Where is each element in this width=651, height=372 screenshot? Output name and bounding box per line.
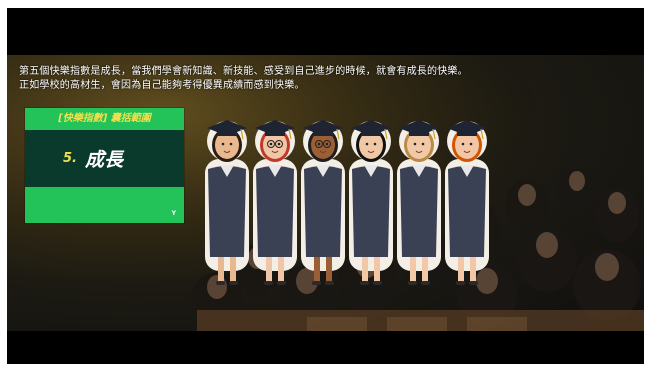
graduates-illustration bbox=[205, 120, 489, 285]
card-number: 5. bbox=[63, 151, 77, 166]
card-title: 成長 bbox=[84, 149, 123, 171]
card-main-panel: 5. 成長 bbox=[25, 130, 184, 187]
graduate-figure-3 bbox=[301, 120, 345, 285]
lecture-hall-background: 第五個快樂指數是成長，當我們學會新知識、新技能、感受到自己進步的時候，就會有成長… bbox=[7, 55, 644, 331]
caption-line-1: 第五個快樂指數是成長，當我們學會新知識、新技能、感受到自己進步的時候，就會有成長… bbox=[19, 66, 468, 77]
card-header: [快樂指數] 囊括範圍 bbox=[25, 108, 184, 130]
graduate-figure-1 bbox=[205, 120, 249, 285]
graduate-figure-5 bbox=[397, 120, 441, 285]
caption-line-2: 正如學校的高材生，會因為自己能夠考得優異成績而感到快樂。 bbox=[19, 80, 305, 91]
narration-caption: 第五個快樂指數是成長，當我們學會新知識、新技能、感受到自己進步的時候，就會有成長… bbox=[19, 65, 629, 93]
graduate-figure-2 bbox=[253, 120, 297, 285]
video-frame: 第五個快樂指數是成長，當我們學會新知識、新技能、感受到自己進步的時候，就會有成長… bbox=[7, 8, 644, 364]
graduate-figure-6 bbox=[445, 120, 489, 285]
card-tag: Y bbox=[171, 210, 176, 217]
topic-card: [快樂指數] 囊括範圍 5. 成長 Y bbox=[25, 108, 184, 223]
graduate-figure-4 bbox=[349, 120, 393, 285]
